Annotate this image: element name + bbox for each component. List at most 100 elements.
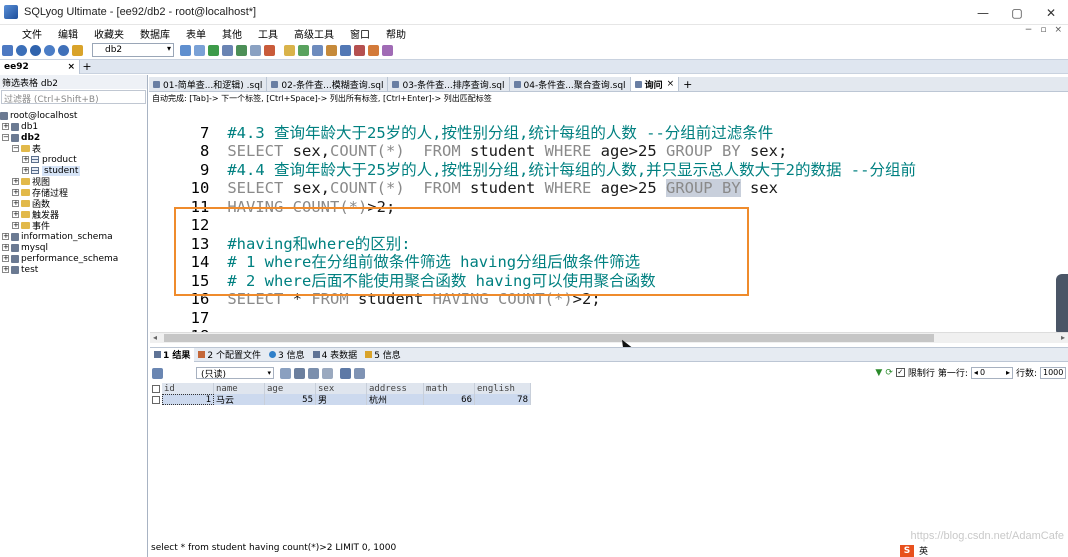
filter-icon[interactable]: ▼ [875,368,882,378]
tool-icon-9[interactable] [298,44,309,56]
tree-triggers-folder[interactable]: + 触发器 [0,209,147,221]
tree-db2[interactable]: − db2 [0,132,147,143]
expand-icon[interactable]: + [2,244,9,251]
expand-icon[interactable]: + [12,222,19,229]
menu-file[interactable]: 文件 [0,26,50,41]
result-tool-icon-3[interactable] [308,367,319,379]
select-all-checkbox[interactable] [150,384,162,393]
menu-other[interactable]: 其他 [214,26,250,41]
scrollbar-thumb[interactable] [164,334,934,342]
close-icon[interactable]: × [667,79,675,89]
menu-edit[interactable]: 编辑 [50,26,86,41]
column-header-sex[interactable]: sex [316,383,367,394]
expand-icon[interactable]: + [2,255,9,262]
column-header-math[interactable]: math [424,383,475,394]
side-panel-handle[interactable] [1056,274,1068,336]
tab-table-data[interactable]: 4 表数据 [309,348,362,361]
menu-favorites[interactable]: 收藏夹 [86,26,132,41]
mdi-restore-button[interactable]: ▫ [1040,25,1046,35]
tool-icon-8[interactable] [284,44,295,56]
tree-test[interactable]: + test [0,264,147,275]
close-button[interactable]: ✕ [1034,0,1068,25]
editor-tab-01[interactable]: 01-简单查...和逻辑) .sql [149,77,268,91]
tree-funcs-folder[interactable]: + 函数 [0,198,147,210]
row-checkbox[interactable] [150,395,162,404]
cell-math[interactable]: 66 [424,394,475,405]
tree-table-product[interactable]: + product [0,154,147,165]
grid-view-icon[interactable] [152,367,163,379]
ime-logo-icon[interactable]: S [900,544,914,557]
expand-icon[interactable]: + [2,123,9,130]
cell-name[interactable]: 马云 [214,394,265,405]
expand-icon[interactable]: + [12,211,19,218]
menu-tools[interactable]: 工具 [250,26,286,41]
menu-database[interactable]: 数据库 [132,26,178,41]
table-row[interactable]: 1 马云 55 男 杭州 66 78 [150,394,531,405]
expand-icon[interactable]: + [2,266,9,273]
mdi-minimize-button[interactable]: − [1025,25,1033,35]
result-tool-icon-5[interactable] [340,367,351,379]
tool-icon-1[interactable] [180,44,191,56]
tool-icon-3[interactable] [208,44,219,56]
tree-mysql[interactable]: + mysql [0,242,147,253]
cell-id[interactable]: 1 [162,394,214,405]
tree-events-folder[interactable]: + 事件 [0,220,147,232]
horizontal-scrollbar[interactable]: ◂ ▸ [150,332,1068,343]
next-page-icon[interactable]: ▸ [1006,368,1010,377]
expand-icon[interactable]: + [22,167,29,174]
tab-result[interactable]: 1 结果 [150,347,195,362]
collapse-icon[interactable]: − [12,145,19,152]
editor-tab-query[interactable]: 询问 × [630,77,680,91]
cell-address[interactable]: 杭州 [367,394,424,405]
cell-age[interactable]: 55 [265,394,316,405]
column-header-address[interactable]: address [367,383,424,394]
column-header-age[interactable]: age [265,383,316,394]
tool-icon-6[interactable] [250,44,261,56]
editor-tab-04[interactable]: 04-条件查...聚合查询.sql [510,77,631,91]
database-select[interactable]: db2 ▾ [92,43,174,57]
result-tool-icon-1[interactable] [280,367,291,379]
column-header-english[interactable]: english [475,383,531,394]
tool-icon-11[interactable] [326,44,337,56]
editor-tab-03[interactable]: 03-条件查...排序查询.sql [388,77,510,91]
tool-icon-4[interactable] [222,44,233,56]
result-tool-icon-2[interactable] [294,367,305,379]
result-tool-icon-4[interactable] [322,367,333,379]
database-icon[interactable] [72,44,83,56]
rows-input[interactable]: 1000 [1040,366,1066,379]
expand-icon[interactable]: + [2,233,9,240]
expand-icon[interactable]: + [12,178,19,185]
tab-info[interactable]: 3 信息 [265,348,309,361]
read-only-select[interactable]: (只读) ▾ [196,367,274,380]
menu-advanced-tools[interactable]: 高级工具 [286,26,342,41]
cell-english[interactable]: 78 [475,394,531,405]
execute-icon[interactable] [44,44,55,56]
sql-editor[interactable]: 7 #4.3 查询年龄大于25岁的人,按性别分组,统计每组的人数 --分组前过滤条… [150,105,1068,332]
expand-icon[interactable]: + [22,156,29,163]
tree-table-student[interactable]: + student [0,165,147,176]
expand-icon[interactable]: + [12,200,19,207]
scroll-left-icon[interactable]: ◂ [153,333,157,342]
tree-views-folder[interactable]: + 视图 [0,176,147,188]
tool-icon-13[interactable] [354,44,365,56]
column-header-id[interactable]: id [162,383,214,394]
new-connection-icon[interactable] [2,44,13,56]
menu-help[interactable]: 帮助 [378,26,414,41]
tool-icon-15[interactable] [382,44,393,56]
refresh-icon[interactable]: ⟳ [885,368,893,378]
tool-icon-2[interactable] [194,44,205,56]
disconnect-icon[interactable] [30,44,41,56]
add-connection-button[interactable]: + [80,60,94,73]
scroll-right-icon[interactable]: ▸ [1061,333,1065,342]
minimize-button[interactable]: — [966,0,1000,25]
tree-db1[interactable]: + db1 [0,121,147,132]
menu-window[interactable]: 窗口 [342,26,378,41]
tab-profile[interactable]: 2 个配置文件 [194,348,265,361]
result-tool-icon-6[interactable] [354,367,365,379]
tool-icon-5[interactable] [236,44,247,56]
expand-icon[interactable]: + [12,189,19,196]
connect-icon[interactable] [16,44,27,56]
editor-tab-02[interactable]: 02-条件查...模糊查询.sql [267,77,389,91]
execute-all-icon[interactable] [58,44,69,56]
tool-icon-10[interactable] [312,44,323,56]
